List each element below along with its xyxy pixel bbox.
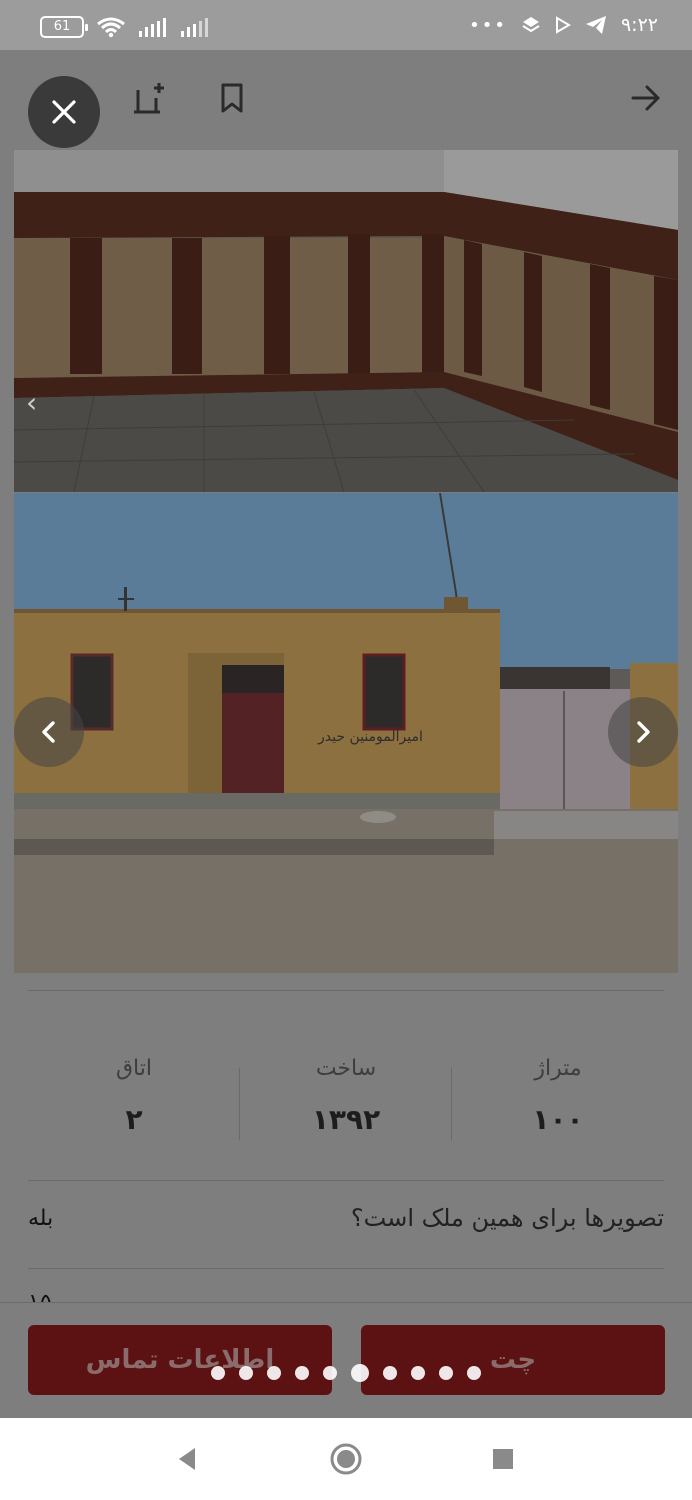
contact-info-button[interactable]: اطلاعات تماس: [28, 1325, 332, 1395]
chevron-right-icon: [637, 721, 650, 743]
pagination-dot[interactable]: [467, 1366, 481, 1380]
pagination-dot[interactable]: [267, 1366, 281, 1380]
previous-photo-arrow-small[interactable]: ‹: [26, 386, 37, 419]
interior-photo-image: [14, 150, 678, 492]
gallery-photo-house[interactable]: امیرالمومنین حیدر: [14, 493, 678, 973]
more-notifications-icon: •••: [469, 14, 507, 36]
graffiti-text: امیرالمومنین حیدر: [317, 729, 423, 745]
info-row-value: بله: [28, 1205, 54, 1231]
action-bar: اطلاعات تماس چت: [0, 1302, 692, 1418]
clock: ۹:۲۲: [620, 14, 658, 36]
status-right: ••• ۹:۲۲: [469, 14, 658, 36]
add-note-button[interactable]: [128, 78, 168, 118]
home-circle-icon: [330, 1443, 362, 1475]
layers-icon: [522, 17, 540, 33]
signal-icon-2: [181, 18, 208, 37]
battery-level: 61: [53, 19, 71, 34]
back-triangle-icon: [179, 1448, 195, 1470]
property-stats: متراژ ۱۰۰ ساخت ۱۳۹۲ اتاق ۲: [28, 1050, 664, 1160]
bookmark-button[interactable]: [212, 78, 252, 118]
next-photo-button[interactable]: [608, 697, 678, 767]
status-bar: 61 ••• ۹:۲۲: [0, 0, 692, 50]
nav-home-button[interactable]: [329, 1442, 363, 1476]
house-photo-image: امیرالمومنین حیدر: [14, 493, 678, 973]
wifi-icon: [97, 17, 125, 38]
battery-icon: 61: [40, 16, 88, 38]
recents-square-icon: [493, 1449, 513, 1469]
back-button[interactable]: [626, 78, 666, 118]
stat-label: متراژ: [534, 1056, 582, 1081]
system-nav-bar: [0, 1418, 692, 1500]
stat-label: اتاق: [115, 1056, 152, 1081]
chevron-left-icon: [42, 721, 55, 743]
signal-icon: [139, 18, 166, 37]
nav-back-button[interactable]: [170, 1442, 204, 1476]
divider: [28, 990, 664, 991]
previous-photo-button[interactable]: [14, 697, 84, 767]
stat-year-built: ساخت ۱۳۹۲: [240, 1050, 452, 1160]
pagination-dot[interactable]: [295, 1366, 309, 1380]
close-button[interactable]: [28, 76, 100, 148]
pagination-dot[interactable]: [383, 1366, 397, 1380]
arrow-right-icon: [631, 85, 660, 111]
bookmark-icon: [221, 83, 243, 113]
stat-rooms: اتاق ۲: [28, 1050, 240, 1160]
close-icon: [52, 100, 76, 124]
info-row-label: تصویرها برای همین ملک است؟: [350, 1204, 664, 1232]
info-row-photos-authentic: تصویرها برای همین ملک است؟ بله: [28, 1204, 664, 1232]
add-note-icon: [134, 83, 164, 114]
play-icon: [555, 16, 571, 34]
pagination-dot[interactable]: [411, 1366, 425, 1380]
gallery-photo-interior[interactable]: [14, 150, 678, 492]
status-left: 61: [40, 16, 210, 38]
stat-label: ساخت: [315, 1056, 377, 1081]
stat-value: ۱۳۹۲: [311, 1103, 381, 1136]
divider: [28, 1268, 664, 1269]
pagination-dot[interactable]: [323, 1366, 337, 1380]
pagination-dot-active[interactable]: [351, 1364, 369, 1382]
listing-backdrop: امیرالمومنین حیدر ‹ متراژ ۱۰۰ ساخت ۱۳۹۲ …: [0, 150, 692, 1418]
chat-button[interactable]: چت: [361, 1325, 665, 1395]
pagination-dot[interactable]: [211, 1366, 225, 1380]
pagination-dot[interactable]: [239, 1366, 253, 1380]
stat-value: ۲: [125, 1103, 143, 1136]
app-bar: [0, 50, 692, 150]
gallery-pagination: [0, 1364, 692, 1382]
stat-area: متراژ ۱۰۰: [452, 1050, 664, 1160]
nav-recents-button[interactable]: [486, 1442, 520, 1476]
telegram-icon: [585, 16, 606, 34]
divider: [28, 1180, 664, 1181]
stat-value: ۱۰۰: [532, 1103, 584, 1136]
pagination-dot[interactable]: [439, 1366, 453, 1380]
